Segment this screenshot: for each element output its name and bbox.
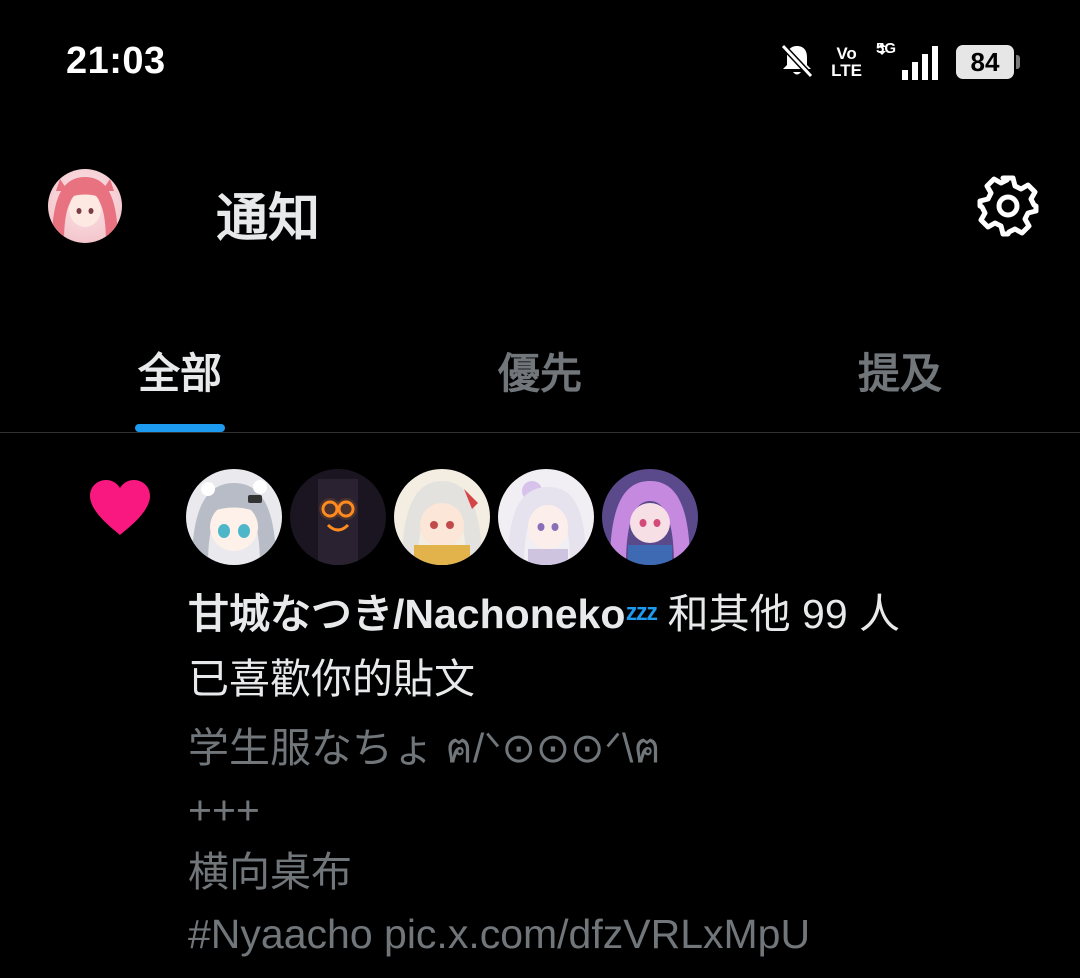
- tab-all[interactable]: 全部: [0, 310, 360, 432]
- volte-bottom-label: LTE: [831, 61, 862, 80]
- post-preview: 学生服なちょ ฅ/ᐠ⊙⊙⊙ᐟ\ฅ +++ 横向桌布 #Nyaacho pic.x…: [188, 717, 1048, 965]
- others-count-text: 和其他 99 人: [667, 591, 901, 637]
- status-bar: 21:03 Vo LTE 5G 84: [0, 0, 1080, 124]
- user-avatar[interactable]: [602, 469, 698, 565]
- battery-level: 84: [956, 45, 1014, 79]
- battery-icon: 84: [956, 45, 1020, 79]
- post-preview-line: +++: [188, 787, 260, 833]
- bell-muted-icon: [777, 40, 817, 85]
- page-title: 通知: [216, 190, 321, 248]
- notification-text: 甘城なつき/Nachonekoᶻᶻᶻ 和其他 99 人 已喜歡你的貼文: [188, 583, 1028, 710]
- app-header: 通知: [0, 124, 1080, 290]
- active-tab-indicator: [135, 424, 225, 432]
- gear-icon: [976, 174, 1040, 243]
- settings-button[interactable]: [972, 172, 1044, 244]
- user-avatar[interactable]: [186, 469, 282, 565]
- user-avatar[interactable]: [290, 469, 386, 565]
- volte-top-label: Vo: [836, 44, 857, 63]
- user-avatar[interactable]: [498, 469, 594, 565]
- status-icons: Vo LTE 5G 84: [763, 38, 1020, 86]
- action-text: 已喜歡你的貼文: [188, 656, 475, 702]
- tab-priority-label: 優先: [497, 350, 582, 397]
- notification-tabs: 全部 優先 提及: [0, 310, 1080, 432]
- heart-icon: [88, 479, 152, 537]
- post-preview-line: #Nyaacho pic.x.com/dfzVRLxMpU: [188, 911, 811, 957]
- tab-mentions-label: 提及: [857, 350, 942, 397]
- liker-avatars: [186, 469, 706, 565]
- status-clock: 21:03: [66, 40, 166, 82]
- post-preview-line: 学生服なちょ ฅ/ᐠ⊙⊙⊙ᐟ\ฅ: [188, 725, 661, 771]
- signal-5g-icon: 5G: [876, 40, 942, 82]
- profile-avatar[interactable]: [48, 169, 122, 243]
- tab-priority[interactable]: 優先: [360, 310, 720, 432]
- post-preview-line: 横向桌布: [188, 849, 352, 895]
- tab-all-label: 全部: [137, 350, 222, 397]
- notification-item[interactable]: 甘城なつき/Nachonekoᶻᶻᶻ 和其他 99 人 已喜歡你的貼文 学生服な…: [0, 433, 1080, 978]
- volte-icon: Vo LTE: [831, 45, 862, 79]
- user-avatar[interactable]: [394, 469, 490, 565]
- tab-mentions[interactable]: 提及: [720, 310, 1080, 432]
- actor-name[interactable]: 甘城なつき/Nachoneko: [188, 591, 625, 637]
- battery-tip: [1016, 55, 1020, 69]
- sleep-emoji-icon: ᶻᶻᶻ: [625, 598, 658, 636]
